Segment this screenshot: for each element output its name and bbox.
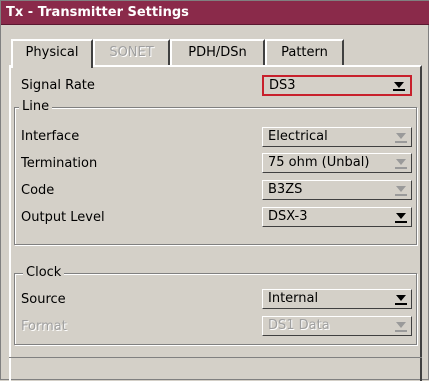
chevron-down-icon — [396, 322, 406, 328]
dropdown-bar-icon — [395, 303, 407, 305]
chevron-down-icon — [394, 82, 404, 88]
dropdown-bar-icon — [395, 330, 407, 332]
tab-pattern[interactable]: Pattern — [265, 39, 344, 66]
dropdown-bar-icon — [395, 141, 407, 143]
tab-pdh-dsn[interactable]: PDH/DSn — [170, 39, 265, 66]
dropdown-bar-icon — [395, 221, 407, 223]
termination-value: 75 ohm (Unbal) — [268, 155, 370, 170]
format-select: DS1 Data — [262, 316, 412, 336]
clock-legend: Clock — [23, 265, 65, 280]
line-legend: Line — [19, 99, 53, 114]
chevron-down-icon — [396, 295, 406, 301]
tab-sonet: SONET — [93, 39, 170, 66]
chevron-down-icon — [396, 159, 406, 165]
format-value: DS1 Data — [268, 318, 330, 333]
output-level-select[interactable]: DSX-3 — [262, 207, 412, 227]
interface-select[interactable]: Electrical — [262, 127, 412, 147]
transmitter-settings-window: Tx - Transmitter Settings Physical SONET… — [0, 0, 429, 381]
code-select[interactable]: B3ZS — [262, 180, 412, 200]
interface-label: Interface — [21, 129, 80, 144]
chevron-down-icon — [396, 213, 406, 219]
chevron-down-icon — [396, 133, 406, 139]
output-level-label: Output Level — [21, 210, 105, 225]
title-bar[interactable]: Tx - Transmitter Settings — [1, 1, 429, 25]
interface-value: Electrical — [268, 129, 328, 144]
signal-rate-select[interactable]: DS3 — [262, 75, 412, 96]
source-label: Source — [21, 292, 66, 307]
signal-rate-value: DS3 — [269, 78, 296, 93]
window-title: Tx - Transmitter Settings — [6, 5, 189, 20]
signal-rate-label: Signal Rate — [21, 78, 95, 93]
code-label: Code — [21, 183, 55, 198]
termination-select[interactable]: 75 ohm (Unbal) — [262, 153, 412, 173]
dropdown-bar-icon — [395, 194, 407, 196]
source-value: Internal — [268, 291, 319, 306]
format-label: Format — [21, 319, 67, 334]
tab-physical[interactable]: Physical — [11, 39, 93, 68]
termination-label: Termination — [21, 156, 98, 171]
dropdown-bar-icon — [395, 167, 407, 169]
chevron-down-icon — [396, 186, 406, 192]
output-level-value: DSX-3 — [268, 209, 308, 224]
source-select[interactable]: Internal — [262, 289, 412, 309]
panel-divider — [9, 357, 422, 358]
code-value: B3ZS — [268, 182, 303, 197]
dropdown-bar-icon — [393, 89, 405, 91]
